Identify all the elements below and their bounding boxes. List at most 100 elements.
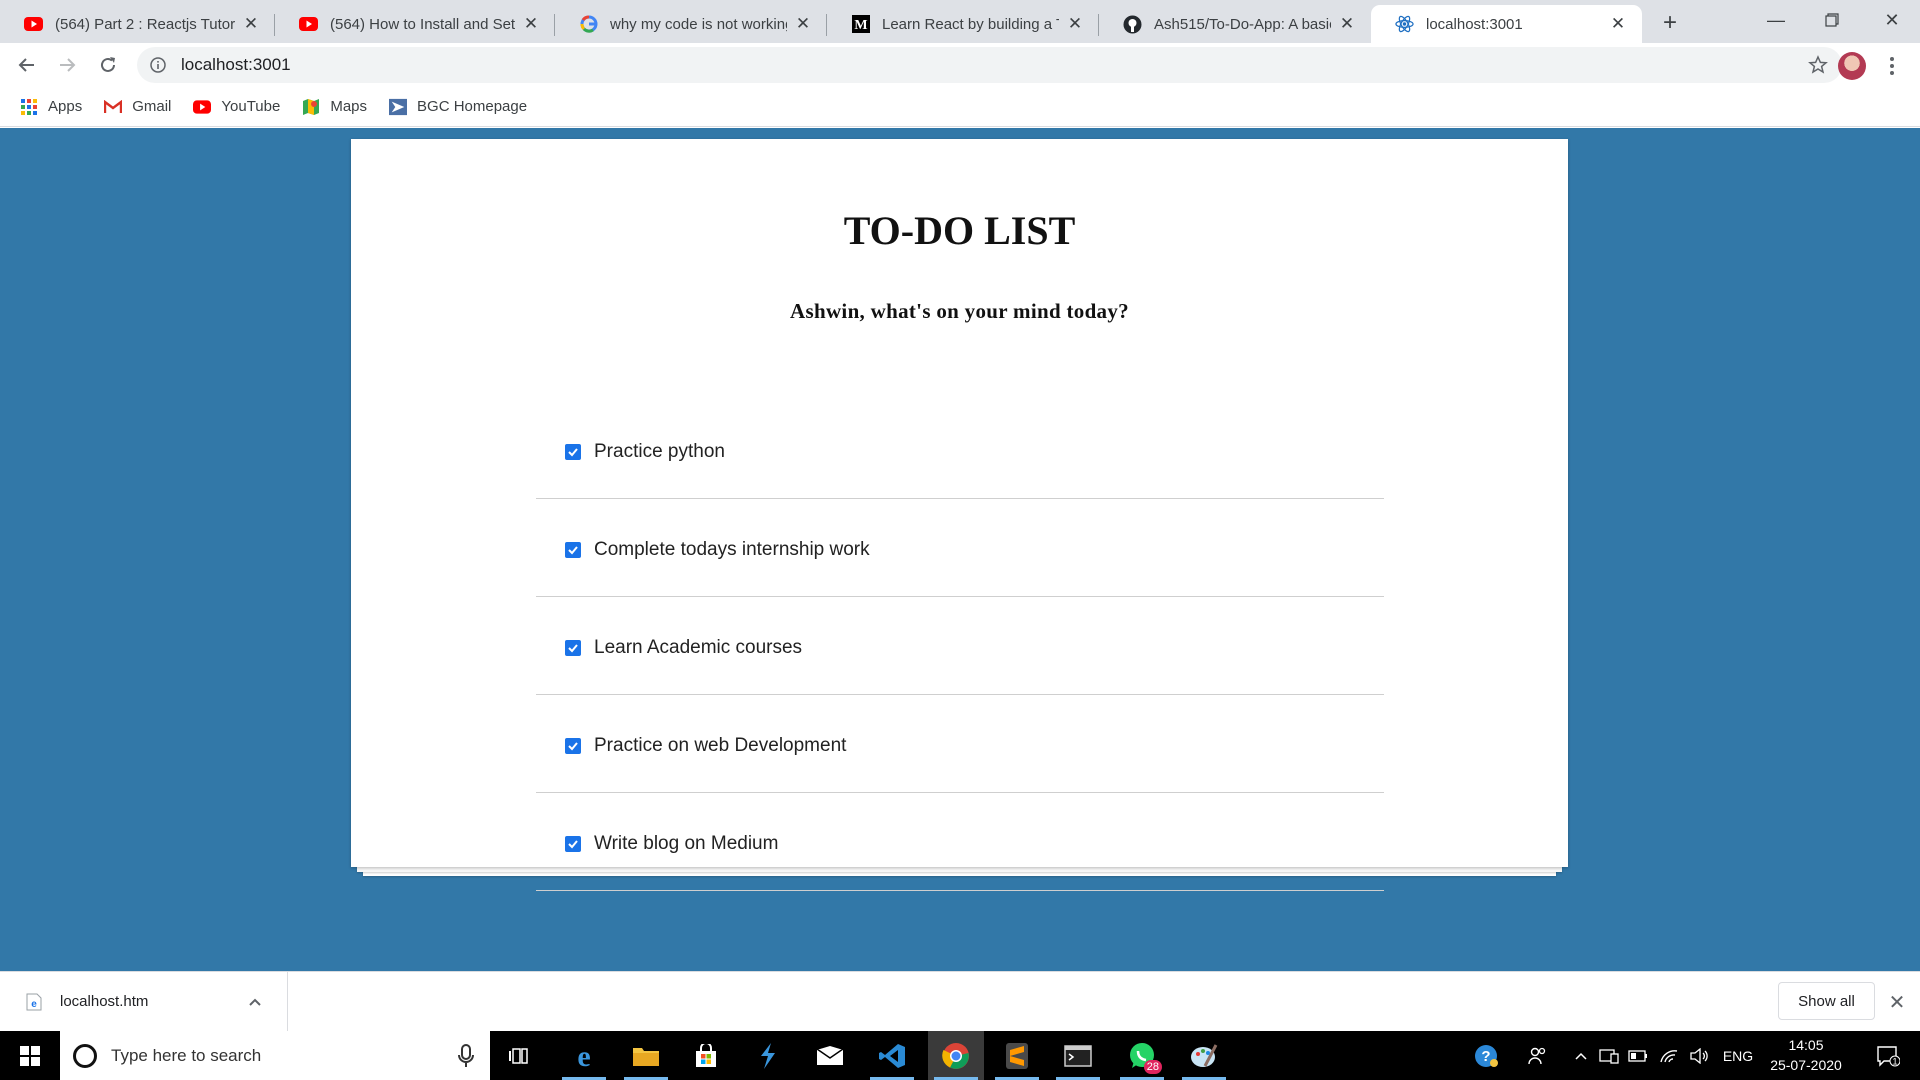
close-icon[interactable]: ✕ bbox=[241, 14, 261, 34]
bookmarks-bar: Apps Gmail YouTube Maps BGC Homepage bbox=[0, 87, 1920, 127]
close-icon[interactable]: ✕ bbox=[793, 14, 813, 34]
back-button[interactable] bbox=[11, 49, 43, 81]
edge-icon[interactable]: e bbox=[556, 1031, 612, 1080]
help-icon[interactable]: ? bbox=[1468, 1031, 1504, 1080]
todo-text: Practice python bbox=[594, 440, 725, 462]
google-icon bbox=[579, 15, 598, 34]
todo-item[interactable]: Learn Academic courses bbox=[536, 597, 1384, 695]
chevron-up-icon[interactable] bbox=[1570, 1031, 1592, 1080]
tab-strip: (564) Part 2 : Reactjs Tutorial ✕ (564) … bbox=[0, 0, 1920, 43]
clock-date: 25-07-2020 bbox=[1770, 1057, 1842, 1073]
todo-item[interactable]: Practice on web Development bbox=[536, 695, 1384, 793]
svg-text:M: M bbox=[854, 18, 867, 33]
terminal-icon[interactable] bbox=[1050, 1031, 1106, 1080]
tab-medium-article[interactable]: M Learn React by building a To ✕ bbox=[827, 5, 1099, 43]
svg-text:?: ? bbox=[1481, 1048, 1490, 1065]
todo-text: Practice on web Development bbox=[594, 734, 847, 756]
taskbar-search-input[interactable]: Type here to search bbox=[60, 1031, 490, 1080]
close-icon[interactable]: ✕ bbox=[521, 14, 541, 34]
todo-item[interactable]: Write blog on Medium bbox=[536, 793, 1384, 891]
notification-badge: 28 bbox=[1143, 1060, 1162, 1074]
notification-count: 1 bbox=[1892, 1056, 1897, 1066]
chevron-up-icon[interactable] bbox=[245, 992, 265, 1012]
tab-github-repo[interactable]: Ash515/To-Do-App: A basic ✕ bbox=[1099, 5, 1371, 43]
todo-checkbox[interactable] bbox=[565, 835, 581, 852]
tab-localhost[interactable]: localhost:3001 ✕ bbox=[1371, 5, 1642, 43]
wifi-icon[interactable] bbox=[1656, 1031, 1682, 1080]
window-close-icon[interactable]: ✕ bbox=[1864, 0, 1920, 40]
windows-taskbar: Type here to search e 28 ? ENG 14:05 25-… bbox=[0, 1031, 1920, 1080]
restore-icon[interactable] bbox=[1804, 0, 1860, 40]
react-icon bbox=[1395, 15, 1414, 34]
volume-icon[interactable] bbox=[1686, 1031, 1712, 1080]
checkmark-icon bbox=[568, 447, 578, 456]
bookmark-maps[interactable]: Maps bbox=[302, 98, 367, 116]
chrome-icon[interactable] bbox=[928, 1031, 984, 1080]
bookmark-label: Gmail bbox=[132, 98, 172, 115]
tab-title: Ash515/To-Do-App: A basic bbox=[1154, 15, 1331, 33]
system-clock[interactable]: 14:05 25-07-2020 bbox=[1760, 1035, 1852, 1077]
sublime-text-icon[interactable] bbox=[989, 1031, 1045, 1080]
tab-youtube-reactjs[interactable]: (564) Part 2 : Reactjs Tutorial ✕ bbox=[0, 5, 275, 43]
todo-item[interactable]: Practice python bbox=[536, 401, 1384, 499]
profile-avatar[interactable] bbox=[1838, 52, 1866, 80]
todo-checkbox[interactable] bbox=[565, 443, 581, 460]
close-icon[interactable]: ✕ bbox=[1608, 14, 1628, 34]
battery-icon[interactable] bbox=[1626, 1031, 1650, 1080]
svg-text:e: e bbox=[577, 1042, 590, 1070]
action-center-icon[interactable]: 1 bbox=[1864, 1031, 1912, 1080]
tab-google-search[interactable]: why my code is not working ✕ bbox=[555, 5, 827, 43]
bgc-icon bbox=[389, 98, 408, 116]
bookmark-gmail[interactable]: Gmail bbox=[104, 98, 171, 116]
tab-youtube-install[interactable]: (564) How to Install and Setu ✕ bbox=[275, 5, 555, 43]
todo-checkbox[interactable] bbox=[565, 737, 581, 754]
page-subtitle: Ashwin, what's on your mind today? bbox=[790, 299, 1129, 323]
page-viewport: TO-DO LIST Ashwin, what's on your mind t… bbox=[0, 128, 1920, 971]
apps-grid-icon bbox=[20, 98, 38, 116]
download-item[interactable]: e localhost.htm bbox=[0, 972, 288, 1031]
paint-icon[interactable] bbox=[1176, 1031, 1232, 1080]
bookmark-youtube[interactable]: YouTube bbox=[193, 98, 280, 116]
todo-item[interactable]: Complete todays internship work bbox=[536, 499, 1384, 597]
close-icon[interactable]: ✕ bbox=[1065, 14, 1085, 34]
close-icon[interactable]: ✕ bbox=[1337, 14, 1357, 34]
todo-text: Write blog on Medium bbox=[594, 832, 779, 854]
device-icon[interactable] bbox=[1596, 1031, 1622, 1080]
people-icon[interactable] bbox=[1520, 1031, 1554, 1080]
bookmark-label: YouTube bbox=[221, 98, 281, 115]
file-explorer-icon[interactable] bbox=[618, 1031, 674, 1080]
reload-button[interactable] bbox=[92, 49, 124, 81]
bookmark-bgc[interactable]: BGC Homepage bbox=[389, 98, 527, 116]
todo-text: Complete todays internship work bbox=[594, 538, 870, 560]
bookmark-label: BGC Homepage bbox=[417, 98, 528, 115]
youtube-icon bbox=[299, 15, 318, 34]
minimize-icon[interactable]: — bbox=[1748, 0, 1804, 40]
whatsapp-icon[interactable]: 28 bbox=[1114, 1031, 1170, 1080]
maps-icon bbox=[302, 98, 320, 116]
cortana-icon bbox=[73, 1043, 97, 1068]
show-all-button[interactable]: Show all bbox=[1778, 982, 1875, 1020]
github-icon bbox=[1123, 15, 1142, 34]
todo-checkbox[interactable] bbox=[565, 639, 581, 656]
forward-button[interactable] bbox=[51, 49, 83, 81]
todo-checkbox[interactable] bbox=[565, 541, 581, 558]
menu-kebab-icon[interactable] bbox=[1882, 54, 1902, 78]
address-bar[interactable]: localhost:3001 bbox=[137, 47, 1842, 83]
star-icon[interactable] bbox=[1808, 55, 1828, 75]
info-icon[interactable] bbox=[149, 56, 167, 74]
bookmark-apps[interactable]: Apps bbox=[20, 98, 82, 116]
windows-logo-icon bbox=[20, 1045, 40, 1066]
close-icon[interactable]: ✕ bbox=[1886, 991, 1908, 1014]
visual-studio-installer-icon[interactable] bbox=[740, 1031, 796, 1080]
task-view-icon[interactable] bbox=[492, 1031, 548, 1080]
new-tab-button[interactable]: + bbox=[1655, 8, 1685, 38]
search-placeholder: Type here to search bbox=[111, 1045, 262, 1065]
start-button[interactable] bbox=[0, 1031, 60, 1080]
mail-icon[interactable] bbox=[802, 1031, 858, 1080]
ie-file-icon: e bbox=[26, 993, 42, 1010]
language-indicator[interactable]: ENG bbox=[1718, 1031, 1758, 1080]
vscode-icon[interactable] bbox=[864, 1031, 920, 1080]
store-icon[interactable] bbox=[678, 1031, 734, 1080]
microphone-icon[interactable] bbox=[456, 1043, 476, 1068]
tab-title: (564) How to Install and Setu bbox=[330, 15, 515, 33]
